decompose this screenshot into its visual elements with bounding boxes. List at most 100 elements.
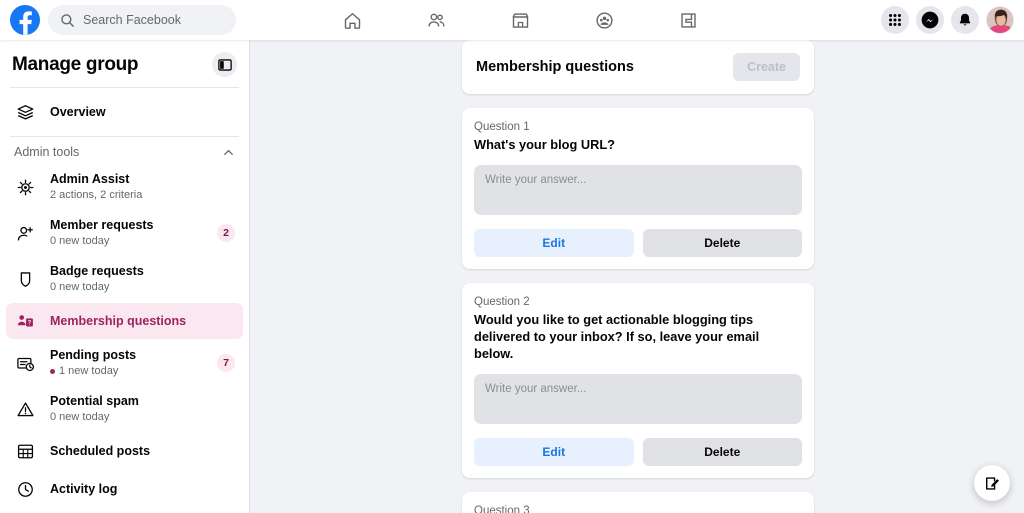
sidebar-item-text: Badge requests 0 new today	[50, 264, 235, 294]
sidebar-item-potential-spam[interactable]: Potential spam 0 new today	[6, 387, 243, 431]
search-input[interactable]	[83, 13, 223, 27]
notifications-button[interactable]	[951, 6, 979, 34]
groups-icon	[594, 10, 615, 31]
gear-icon	[14, 176, 36, 198]
profile-avatar[interactable]	[986, 6, 1014, 34]
sidebar-header: Manage group	[0, 40, 249, 87]
top-navigation-bar	[0, 0, 1024, 40]
sidebar-item-member-requests[interactable]: Member requests 0 new today 2	[6, 211, 243, 255]
sidebar-item-pending-posts[interactable]: Pending posts 1 new today 7	[6, 341, 243, 385]
sidebar-item-sub-text: 0 new today	[50, 280, 109, 294]
membership-questions-column: Membership questions Create Question 1 W…	[462, 40, 814, 513]
sidebar-item-label: Admin Assist	[50, 172, 235, 187]
header-divider	[10, 87, 239, 88]
question-actions: Edit Delete	[474, 229, 802, 257]
compose-icon	[984, 475, 1001, 492]
question-number: Question 3	[474, 504, 802, 513]
sidebar-item-label: Membership questions	[50, 314, 235, 329]
marketplace-icon	[510, 10, 531, 31]
sidebar-item-label: Scheduled posts	[50, 444, 235, 459]
sidebar-item-text: Member requests 0 new today	[50, 218, 203, 248]
panel-collapse-button[interactable]	[212, 52, 237, 77]
clock-icon	[14, 478, 36, 500]
sidebar-item-admin-assist[interactable]: Admin Assist 2 actions, 2 criteria	[6, 165, 243, 209]
sidebar-item-sub: 0 new today	[50, 280, 235, 294]
messenger-button[interactable]	[916, 6, 944, 34]
sidebar-item-sub: 2 actions, 2 criteria	[50, 188, 235, 202]
grid-menu-button[interactable]	[881, 6, 909, 34]
grid-menu-icon	[887, 12, 903, 28]
messenger-icon	[921, 11, 939, 29]
sidebar-item-overview[interactable]: Overview	[6, 94, 243, 130]
status-badge: 2	[217, 224, 235, 242]
sidebar-item-scheduled-posts[interactable]: Scheduled posts	[6, 433, 243, 469]
delete-button[interactable]: Delete	[643, 438, 803, 466]
sidebar-item-sub-text: 0 new today	[50, 410, 109, 424]
nav-tab-home[interactable]	[310, 0, 394, 40]
topbar-actions	[881, 0, 1014, 40]
svg-text:?: ?	[27, 320, 31, 326]
sidebar-item-sub: 0 new today	[50, 410, 235, 424]
edit-button[interactable]: Edit	[474, 438, 634, 466]
section-header-admin-tools[interactable]: Admin tools	[0, 137, 249, 163]
sidebar-item-text: Activity log	[50, 482, 235, 497]
warning-triangle-icon	[14, 398, 36, 420]
sidebar-item-sub: 0 new today	[50, 234, 203, 248]
page-header-card: Membership questions Create	[462, 40, 814, 94]
question-actions: Edit Delete	[474, 438, 802, 466]
question-text: Would you like to get actionable bloggin…	[474, 311, 802, 362]
search-icon	[60, 13, 75, 28]
sidebar-item-text: Potential spam 0 new today	[50, 394, 235, 424]
person-add-icon	[14, 222, 36, 244]
nav-tab-marketplace[interactable]	[478, 0, 562, 40]
sidebar-item-badge-requests[interactable]: Badge requests 0 new today	[6, 257, 243, 301]
section-title: Admin tools	[14, 145, 79, 159]
status-badge: 7	[217, 354, 235, 372]
sidebar-item-label: Member requests	[50, 218, 203, 233]
question-card: Question 2 Would you like to get actiona…	[462, 283, 814, 478]
nav-tab-gaming[interactable]	[646, 0, 730, 40]
delete-button[interactable]: Delete	[643, 229, 803, 257]
main-content-area: Membership questions Create Question 1 W…	[250, 40, 1024, 513]
calendar-grid-icon	[14, 440, 36, 462]
sidebar-item-text: Admin Assist 2 actions, 2 criteria	[50, 172, 235, 202]
compose-button[interactable]	[974, 465, 1010, 501]
edit-button[interactable]: Edit	[474, 229, 634, 257]
sidebar-item-membership-questions[interactable]: ? Membership questions	[6, 303, 243, 339]
nav-tab-groups[interactable]	[562, 0, 646, 40]
facebook-logo[interactable]	[10, 5, 40, 35]
sidebar-item-label: Activity log	[50, 482, 235, 497]
sidebar-item-label: Pending posts	[50, 348, 203, 363]
sidebar-item-text: Pending posts 1 new today	[50, 348, 203, 378]
answer-input[interactable]: Write your answer...	[474, 165, 802, 215]
home-icon	[342, 10, 363, 31]
shield-icon	[14, 268, 36, 290]
question-number: Question 2	[474, 295, 802, 310]
sidebar-item-label: Potential spam	[50, 394, 235, 409]
chevron-up-icon	[222, 146, 235, 159]
sidebar-item-text: Overview	[50, 105, 235, 120]
answer-input[interactable]: Write your answer...	[474, 374, 802, 424]
friends-icon	[426, 10, 447, 31]
nav-tab-friends[interactable]	[394, 0, 478, 40]
search-box[interactable]	[48, 5, 236, 35]
header-row: Membership questions Create	[462, 40, 814, 94]
sidebar-item-activity-log[interactable]: Activity log	[6, 471, 243, 507]
question-card: Question 1 What's your blog URL? Write y…	[462, 108, 814, 269]
sidebar-item-sub-text: 2 actions, 2 criteria	[50, 188, 142, 202]
gaming-icon	[678, 10, 699, 31]
topbar-nav-tabs	[310, 0, 730, 40]
section-heading: Membership questions	[476, 59, 634, 75]
sidebar-item-text: Scheduled posts	[50, 444, 235, 459]
sidebar-item-group-rules[interactable]: Group rules	[6, 509, 243, 513]
bell-icon	[957, 12, 973, 28]
create-button[interactable]: Create	[733, 53, 800, 81]
question-card: Question 3 This is not a spamming blog. …	[462, 492, 814, 513]
question-number: Question 1	[474, 120, 802, 135]
sidebar-item-label: Badge requests	[50, 264, 235, 279]
new-indicator-dot	[50, 369, 55, 374]
topbar-left-group	[0, 5, 236, 35]
sidebar-item-sub-text: 1 new today	[59, 364, 118, 378]
layers-icon	[14, 101, 36, 123]
sidebar-item-text: Membership questions	[50, 314, 235, 329]
